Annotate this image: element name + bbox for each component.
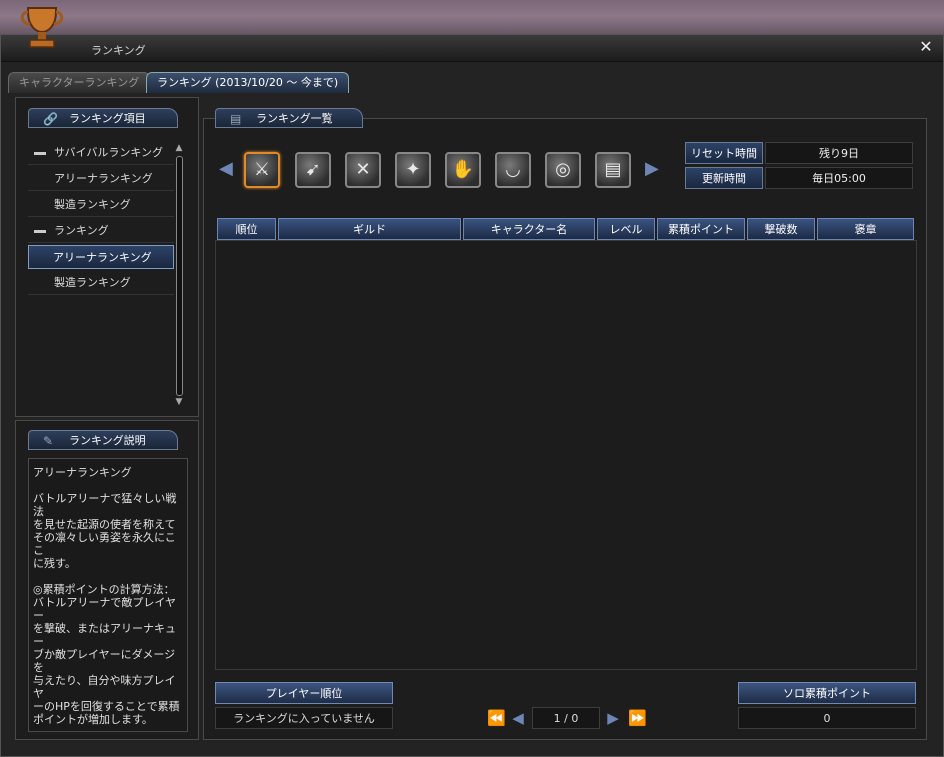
next-page-icon[interactable]: ▶ <box>606 707 620 729</box>
tree-item-label: ランキング <box>54 224 109 237</box>
link-icon: 🔗 <box>43 112 58 126</box>
tree-group-ranking[interactable]: ランキング <box>28 219 174 243</box>
list-icon: ▤ <box>230 112 242 126</box>
window-title: ランキング <box>91 44 146 57</box>
quill-icon: ✎ <box>43 434 54 448</box>
category-orb-staff-icon[interactable]: ◎ <box>545 152 581 188</box>
player-rank-button[interactable]: プレイヤー順位 <box>215 682 393 704</box>
ranking-description-header: ✎ ランキング説明 <box>28 430 178 450</box>
tree-item-arena-ranking-2[interactable]: アリーナランキング <box>28 245 174 269</box>
solo-points-value: 0 <box>738 707 916 729</box>
column-cumulative-points[interactable]: 累積ポイント <box>657 218 745 240</box>
category-crossed-weapons-icon[interactable]: ✕ <box>345 152 381 188</box>
reset-time-label: リセット時間 <box>685 142 763 164</box>
category-gauntlet-icon[interactable]: ✋ <box>445 152 481 188</box>
tree-item-label: サバイバルランキング <box>54 146 164 159</box>
update-time-label: 更新時間 <box>685 167 763 189</box>
column-level[interactable]: レベル <box>597 218 655 240</box>
tree-item-crafting-ranking-2[interactable]: 製造ランキング <box>28 271 174 295</box>
column-kills[interactable]: 撃破数 <box>747 218 815 240</box>
tree-scrollbar[interactable]: ▲ ▼ <box>173 142 185 410</box>
category-shield-icon[interactable]: ◡ <box>495 152 531 188</box>
close-icon[interactable]: ✕ <box>917 38 935 56</box>
tree-group-survival[interactable]: サバイバルランキング <box>28 141 174 165</box>
tree-item-arena-ranking-1[interactable]: アリーナランキング <box>28 167 174 191</box>
collapse-icon[interactable] <box>34 151 46 155</box>
column-rank[interactable]: 順位 <box>217 218 276 240</box>
scroll-up-icon[interactable]: ▲ <box>173 142 185 154</box>
tab-character-ranking[interactable]: キャラクターランキング <box>8 72 151 93</box>
column-character-name[interactable]: キャラクター名 <box>463 218 595 240</box>
scroll-down-icon[interactable]: ▼ <box>173 396 185 408</box>
category-gun-icon[interactable]: ✦ <box>395 152 431 188</box>
first-page-icon[interactable]: ⏪ <box>487 707 506 729</box>
description-paragraph: ◎累積ポイントの計算方法： バトルアリーナで敵プレイヤー を撃破、またはアリーナ… <box>33 583 180 726</box>
column-guild[interactable]: ギルド <box>278 218 461 240</box>
description-text: アリーナランキング バトルアリーナで猛々しい戦法 を見せた起源の使者を称えて そ… <box>33 466 185 739</box>
solo-points-button[interactable]: ソロ累積ポイント <box>738 682 916 704</box>
category-next-icon[interactable]: ▶ <box>645 158 659 180</box>
ranking-list-header: ▤ ランキング一覧 <box>215 108 363 128</box>
description-paragraph: バトルアリーナで猛々しい戦法 を見せた起源の使者を称えて その凛々しい勇姿を永久… <box>33 492 177 570</box>
ranking-items-title: ランキング項目 <box>69 112 146 125</box>
ranking-items-header: 🔗 ランキング項目 <box>28 108 178 128</box>
collapse-icon[interactable] <box>34 229 46 233</box>
column-reward[interactable]: 褒章 <box>817 218 914 240</box>
trophy-icon <box>16 2 68 54</box>
tree-item-crafting-ranking-1[interactable]: 製造ランキング <box>28 193 174 217</box>
title-bar[interactable]: ランキング ✕ <box>1 35 943 62</box>
ranking-description-title: ランキング説明 <box>69 434 146 447</box>
ranking-list-title: ランキング一覧 <box>256 112 333 125</box>
category-book-icon[interactable]: ▤ <box>595 152 631 188</box>
category-sword-icon[interactable]: ⚔ <box>244 152 280 188</box>
category-prev-icon[interactable]: ◀ <box>219 158 233 180</box>
tab-ranking-period[interactable]: ランキング (2013/10/20 ～ 今まで) <box>146 72 350 93</box>
reset-time-value: 残り9日 <box>765 142 913 164</box>
ranking-table-body <box>215 240 917 670</box>
player-rank-value: ランキングに入っていません <box>215 707 393 729</box>
update-time-value: 毎日05:00 <box>765 167 913 189</box>
prev-page-icon[interactable]: ◀ <box>511 707 525 729</box>
category-bow-icon[interactable]: ➹ <box>295 152 331 188</box>
description-title: アリーナランキング <box>33 466 132 479</box>
page-indicator: 1 / 0 <box>532 707 600 729</box>
last-page-icon[interactable]: ⏩ <box>628 707 647 729</box>
scroll-track[interactable] <box>176 156 183 396</box>
